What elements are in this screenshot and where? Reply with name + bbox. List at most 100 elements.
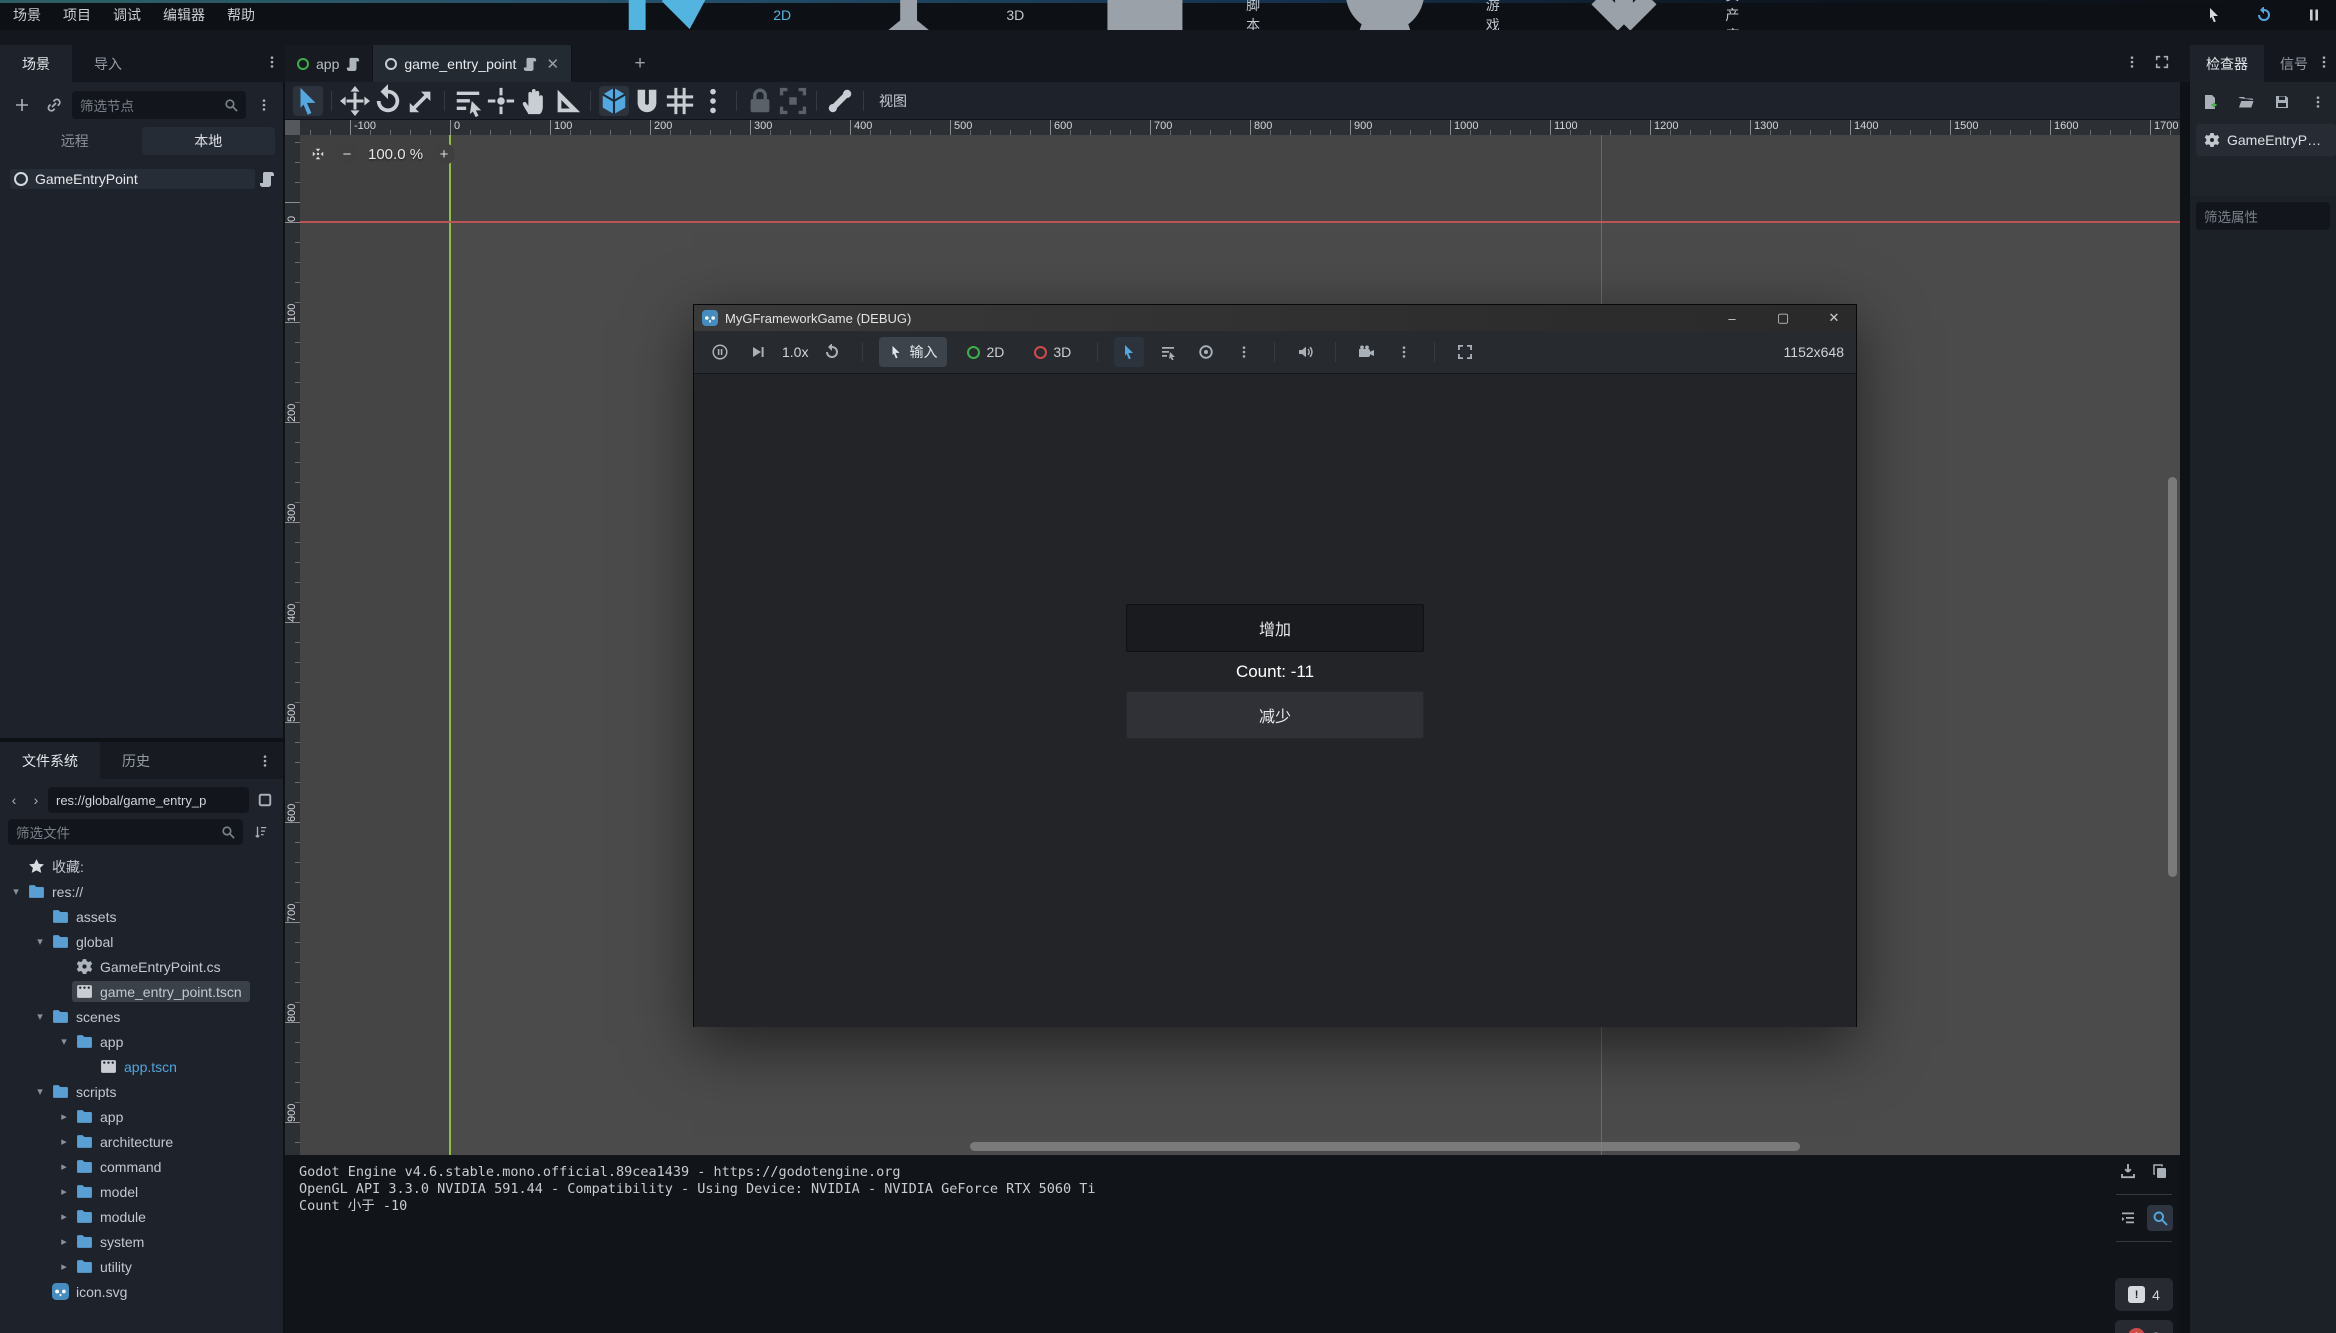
lock-node-button[interactable] — [745, 86, 775, 116]
chevron-icon[interactable] — [32, 1085, 48, 1098]
fs-item-gameentrypoint-cs[interactable]: GameEntryPoint.cs — [4, 954, 283, 979]
fs-item-scenes-app[interactable]: app — [4, 1029, 283, 1054]
fs-item-game-entry-point-tscn[interactable]: game_entry_point.tscn — [4, 979, 283, 1004]
game-window-titlebar[interactable]: MyGFrameworkGame (DEBUG) – ▢ ✕ — [694, 305, 1856, 331]
time-scale-value[interactable]: 1.0x — [782, 344, 808, 360]
menu-help[interactable]: 帮助 — [216, 0, 266, 30]
pivot-tool[interactable] — [486, 86, 516, 116]
pause-scene-icon[interactable] — [2300, 1, 2328, 29]
chevron-icon[interactable] — [56, 1160, 72, 1173]
fs-item-model[interactable]: model — [4, 1179, 283, 1204]
fs-item-scenes[interactable]: scenes — [4, 1004, 283, 1029]
pick-node-select-tool[interactable] — [1114, 337, 1144, 367]
chevron-icon[interactable] — [56, 1210, 72, 1223]
decrease-button[interactable]: 减少 — [1126, 691, 1424, 739]
debug-3d-toggle[interactable]: 3D — [1024, 339, 1081, 365]
current-path-field[interactable]: res://global/game_entry_p — [48, 787, 249, 813]
minimize-window-button[interactable]: – — [1710, 305, 1754, 331]
move-tool[interactable] — [340, 86, 370, 116]
snap-options-menu[interactable] — [698, 86, 728, 116]
menu-scene[interactable]: 场景 — [2, 0, 52, 30]
close-window-button[interactable]: ✕ — [1812, 305, 1856, 331]
fs-item-command[interactable]: command — [4, 1154, 283, 1179]
filter-files-input[interactable]: 筛选文件 — [8, 819, 243, 845]
fs-item-system[interactable]: system — [4, 1229, 283, 1254]
menu-project[interactable]: 项目 — [52, 0, 102, 30]
fs-item-icon-svg[interactable]: icon.svg — [4, 1279, 283, 1304]
pan-tool[interactable] — [519, 86, 549, 116]
chevron-icon[interactable] — [56, 1235, 72, 1248]
edited-object-row[interactable]: GameEntryPoint.cs — [2196, 124, 2336, 156]
chevron-icon[interactable] — [8, 885, 24, 898]
dock-tab-history[interactable]: 历史 — [100, 742, 172, 779]
chevron-icon[interactable] — [56, 1110, 72, 1123]
dock-tab-inspector[interactable]: 检查器 — [2190, 45, 2264, 82]
camera-override-icon[interactable] — [1352, 338, 1380, 366]
debug-interaction-icon[interactable] — [2200, 1, 2228, 29]
save-log-icon[interactable] — [2115, 1158, 2141, 1184]
increase-button[interactable]: 增加 — [1126, 604, 1424, 652]
visibility-icon[interactable] — [1192, 338, 1220, 366]
menu-editor[interactable]: 编辑器 — [152, 0, 216, 30]
attached-script-icon[interactable] — [259, 171, 275, 187]
fs-item-architecture[interactable]: architecture — [4, 1129, 283, 1154]
dock-tab-import[interactable]: 导入 — [72, 45, 144, 82]
group-node-button[interactable] — [778, 86, 808, 116]
embed-fullscreen-icon[interactable] — [1451, 338, 1479, 366]
chevron-icon[interactable] — [32, 1010, 48, 1023]
pick-options-menu-icon[interactable] — [1230, 338, 1258, 366]
pick-node-list-tool[interactable] — [1154, 338, 1182, 366]
scale-tool[interactable] — [406, 86, 436, 116]
zoom-in-button[interactable]: + — [433, 143, 455, 165]
collapse-duplicates-icon[interactable] — [2115, 1205, 2141, 1231]
restart-scene-icon[interactable] — [2250, 1, 2278, 29]
add-node-icon[interactable] — [8, 91, 36, 119]
chevron-icon[interactable] — [56, 1135, 72, 1148]
ruler-tool[interactable] — [552, 86, 582, 116]
fs-item-app-tscn[interactable]: app.tscn — [4, 1054, 283, 1079]
grid-snap-toggle[interactable] — [665, 86, 695, 116]
search-log-icon[interactable] — [2147, 1205, 2173, 1231]
menu-debug[interactable]: 调试 — [102, 0, 152, 30]
horizontal-scrollbar-thumb[interactable] — [970, 1142, 1800, 1151]
fs-item-utility[interactable]: utility — [4, 1254, 283, 1279]
scene-dock-menu-icon[interactable] — [258, 48, 286, 76]
dock-tab-filesystem[interactable]: 文件系统 — [0, 742, 100, 779]
select-tool[interactable] — [293, 86, 323, 116]
fs-item-favorites[interactable]: 收藏: — [4, 854, 283, 879]
history-back-icon[interactable]: ‹ — [4, 786, 24, 814]
distraction-free-icon[interactable] — [2148, 48, 2176, 76]
maximize-window-button[interactable]: ▢ — [1761, 305, 1805, 331]
camera-options-menu-icon[interactable] — [1390, 338, 1418, 366]
fs-item-res-root[interactable]: res:// — [4, 879, 283, 904]
scene-source-remote[interactable]: 远程 — [8, 127, 142, 155]
messages-count-badge[interactable]: ! 4 — [2115, 1278, 2173, 1311]
load-resource-icon[interactable] — [2232, 88, 2260, 116]
filter-properties-input[interactable]: 筛选属性 — [2196, 202, 2330, 230]
snap-toggle[interactable] — [599, 86, 629, 116]
sort-files-icon[interactable] — [247, 818, 275, 846]
zoom-out-button[interactable]: − — [336, 143, 358, 165]
split-mode-icon[interactable] — [251, 786, 279, 814]
scene-source-local[interactable]: 本地 — [142, 127, 276, 155]
errors-count-badge[interactable]: ! 0 — [2115, 1320, 2173, 1333]
inspector-menu-icon[interactable] — [2304, 88, 2332, 116]
skeleton-options-button[interactable] — [825, 86, 855, 116]
list-select-tool[interactable] — [453, 86, 483, 116]
history-forward-icon[interactable]: › — [26, 786, 46, 814]
view-menu[interactable]: 视图 — [869, 91, 917, 111]
chevron-icon[interactable] — [32, 935, 48, 948]
vertical-scrollbar-thumb[interactable] — [2168, 477, 2177, 877]
zoom-percent[interactable]: 100.0 % — [368, 146, 423, 163]
chevron-icon[interactable] — [56, 1260, 72, 1273]
fs-item-scripts-app[interactable]: app — [4, 1104, 283, 1129]
copy-log-icon[interactable] — [2147, 1158, 2173, 1184]
fs-item-global[interactable]: global — [4, 929, 283, 954]
filesystem-menu-icon[interactable] — [251, 747, 279, 775]
suspend-game-icon[interactable] — [706, 338, 734, 366]
inspector-dock-menu-icon[interactable] — [2310, 48, 2336, 76]
instance-scene-icon[interactable] — [40, 91, 68, 119]
chevron-icon[interactable] — [56, 1035, 72, 1048]
new-resource-icon[interactable] — [2196, 88, 2224, 116]
dock-tab-scene[interactable]: 场景 — [0, 45, 72, 82]
